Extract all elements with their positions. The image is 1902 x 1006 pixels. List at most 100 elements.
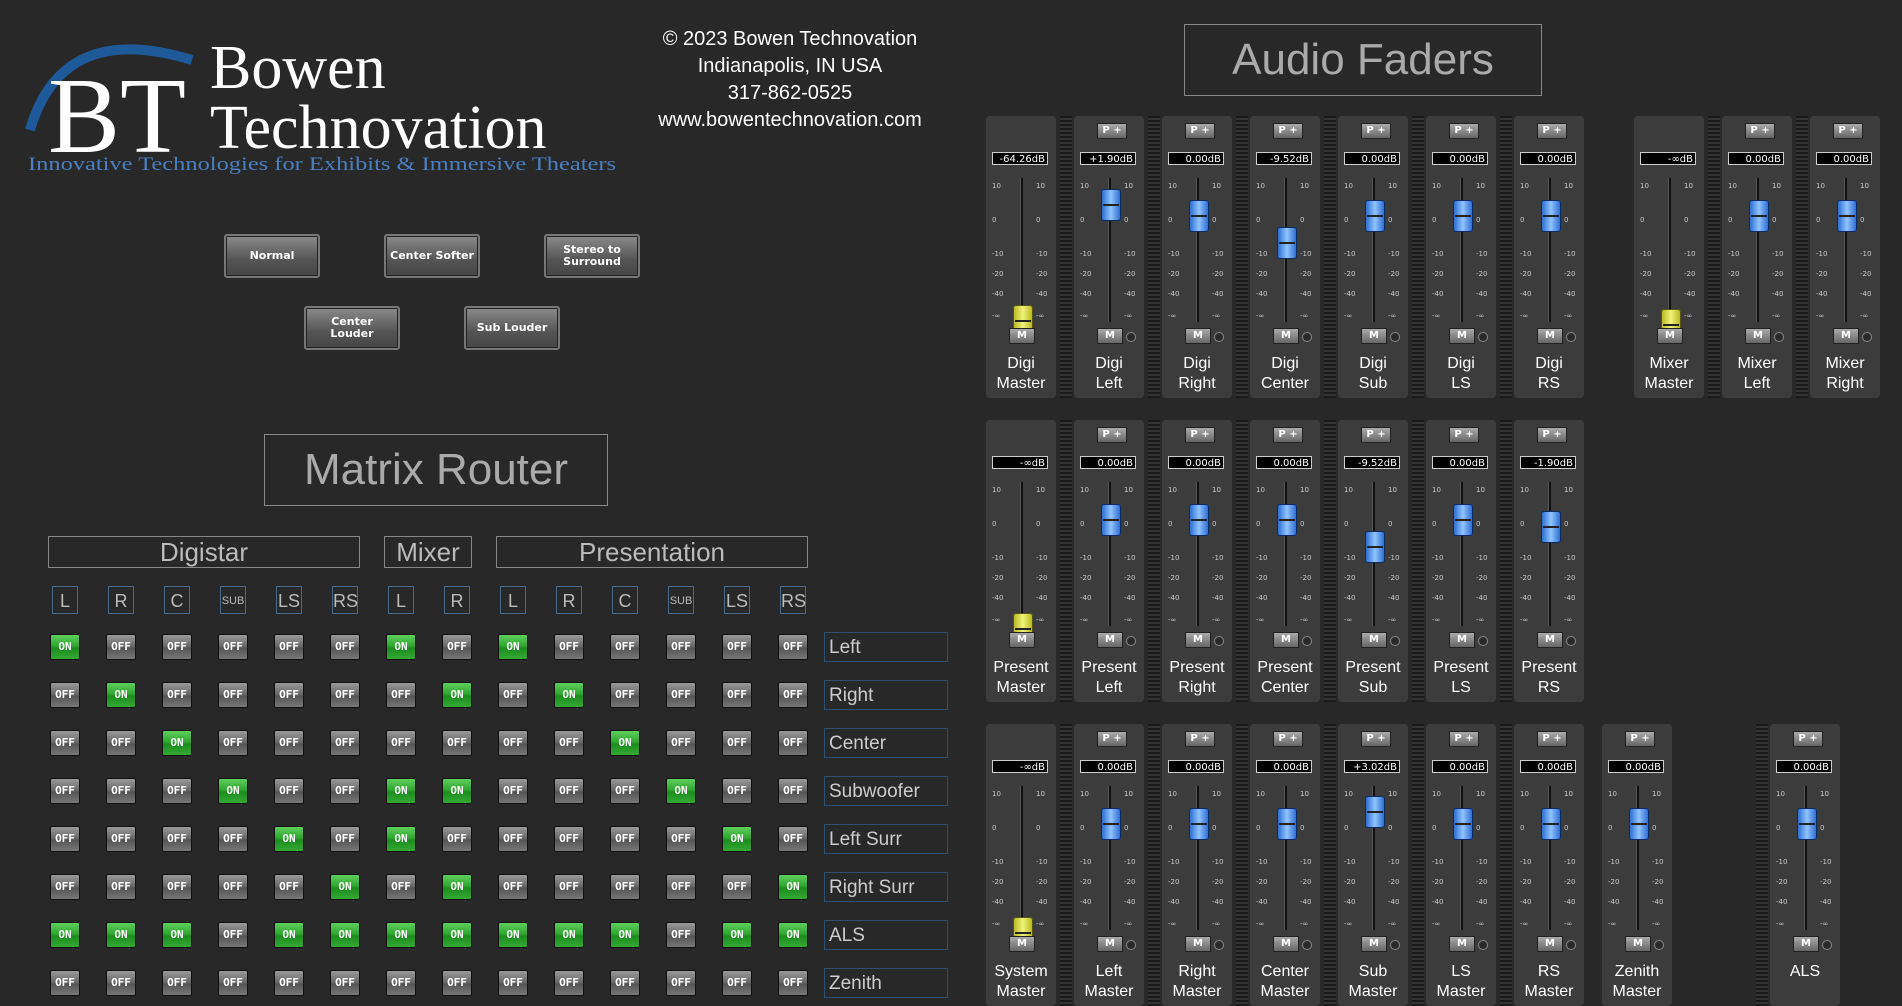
matrix-toggle-button[interactable]: OFF: [498, 778, 528, 804]
preset-plus-button[interactable]: P +: [1361, 123, 1391, 139]
mute-button[interactable]: M: [1537, 632, 1563, 648]
matrix-toggle-button[interactable]: OFF: [50, 730, 80, 756]
matrix-toggle-button[interactable]: ON: [442, 922, 472, 948]
preset-plus-button[interactable]: P +: [1097, 123, 1127, 139]
fader-knob[interactable]: [1189, 200, 1209, 232]
matrix-toggle-button[interactable]: OFF: [778, 634, 808, 660]
matrix-toggle-button[interactable]: OFF: [610, 826, 640, 852]
fader-knob[interactable]: [1189, 808, 1209, 840]
mute-button[interactable]: M: [1657, 328, 1683, 344]
mute-button[interactable]: M: [1273, 936, 1299, 952]
matrix-toggle-button[interactable]: OFF: [386, 682, 416, 708]
matrix-toggle-button[interactable]: OFF: [106, 634, 136, 660]
mute-button[interactable]: M: [1833, 328, 1859, 344]
fader-knob[interactable]: [1101, 189, 1121, 221]
matrix-toggle-button[interactable]: ON: [442, 778, 472, 804]
matrix-toggle-button[interactable]: OFF: [330, 970, 360, 996]
matrix-toggle-button[interactable]: OFF: [778, 970, 808, 996]
matrix-toggle-button[interactable]: ON: [274, 826, 304, 852]
preset-plus-button[interactable]: P +: [1273, 731, 1303, 747]
matrix-toggle-button[interactable]: OFF: [50, 778, 80, 804]
matrix-toggle-button[interactable]: OFF: [498, 826, 528, 852]
matrix-toggle-button[interactable]: ON: [50, 634, 80, 660]
mute-button[interactable]: M: [1361, 632, 1387, 648]
preset-plus-button[interactable]: P +: [1537, 123, 1567, 139]
matrix-toggle-button[interactable]: OFF: [218, 634, 248, 660]
preset-normal-button[interactable]: Normal: [224, 234, 320, 278]
mute-button[interactable]: M: [1009, 936, 1035, 952]
matrix-toggle-button[interactable]: OFF: [666, 874, 696, 900]
matrix-toggle-button[interactable]: OFF: [386, 730, 416, 756]
matrix-toggle-button[interactable]: ON: [386, 634, 416, 660]
matrix-toggle-button[interactable]: OFF: [666, 826, 696, 852]
fader-knob[interactable]: [1189, 504, 1209, 536]
preset-plus-button[interactable]: P +: [1449, 731, 1479, 747]
matrix-toggle-button[interactable]: OFF: [218, 826, 248, 852]
matrix-toggle-button[interactable]: ON: [498, 922, 528, 948]
mute-button[interactable]: M: [1185, 936, 1211, 952]
matrix-toggle-button[interactable]: OFF: [106, 730, 136, 756]
matrix-toggle-button[interactable]: ON: [274, 922, 304, 948]
matrix-toggle-button[interactable]: OFF: [50, 826, 80, 852]
matrix-toggle-button[interactable]: OFF: [162, 970, 192, 996]
preset-plus-button[interactable]: P +: [1537, 731, 1567, 747]
matrix-toggle-button[interactable]: OFF: [554, 826, 584, 852]
matrix-toggle-button[interactable]: ON: [722, 922, 752, 948]
matrix-toggle-button[interactable]: ON: [386, 922, 416, 948]
matrix-toggle-button[interactable]: OFF: [442, 730, 472, 756]
mute-button[interactable]: M: [1793, 936, 1819, 952]
preset-plus-button[interactable]: P +: [1097, 731, 1127, 747]
fader-knob[interactable]: [1837, 200, 1857, 232]
mute-button[interactable]: M: [1449, 328, 1475, 344]
matrix-toggle-button[interactable]: ON: [162, 730, 192, 756]
matrix-toggle-button[interactable]: ON: [106, 682, 136, 708]
preset-plus-button[interactable]: P +: [1185, 123, 1215, 139]
matrix-toggle-button[interactable]: OFF: [610, 634, 640, 660]
mute-button[interactable]: M: [1273, 632, 1299, 648]
matrix-toggle-button[interactable]: ON: [498, 634, 528, 660]
matrix-toggle-button[interactable]: OFF: [722, 874, 752, 900]
mute-button[interactable]: M: [1449, 632, 1475, 648]
matrix-toggle-button[interactable]: OFF: [162, 634, 192, 660]
matrix-toggle-button[interactable]: OFF: [666, 922, 696, 948]
matrix-toggle-button[interactable]: OFF: [106, 874, 136, 900]
matrix-toggle-button[interactable]: OFF: [554, 730, 584, 756]
mute-button[interactable]: M: [1361, 328, 1387, 344]
matrix-toggle-button[interactable]: OFF: [610, 682, 640, 708]
matrix-toggle-button[interactable]: OFF: [610, 778, 640, 804]
preset-center-softer-button[interactable]: Center Softer: [384, 234, 480, 278]
fader-knob[interactable]: [1101, 504, 1121, 536]
matrix-toggle-button[interactable]: OFF: [218, 682, 248, 708]
mute-button[interactable]: M: [1449, 936, 1475, 952]
fader-knob[interactable]: [1365, 796, 1385, 828]
matrix-toggle-button[interactable]: OFF: [666, 634, 696, 660]
matrix-toggle-button[interactable]: ON: [330, 874, 360, 900]
matrix-toggle-button[interactable]: OFF: [162, 874, 192, 900]
matrix-toggle-button[interactable]: OFF: [50, 682, 80, 708]
mute-button[interactable]: M: [1745, 328, 1771, 344]
matrix-toggle-button[interactable]: OFF: [330, 778, 360, 804]
matrix-toggle-button[interactable]: OFF: [274, 970, 304, 996]
preset-plus-button[interactable]: P +: [1833, 123, 1863, 139]
fader-knob[interactable]: [1277, 808, 1297, 840]
matrix-toggle-button[interactable]: ON: [442, 874, 472, 900]
matrix-toggle-button[interactable]: OFF: [330, 682, 360, 708]
matrix-toggle-button[interactable]: OFF: [274, 874, 304, 900]
matrix-toggle-button[interactable]: ON: [610, 730, 640, 756]
matrix-toggle-button[interactable]: OFF: [106, 970, 136, 996]
fader-knob[interactable]: [1453, 808, 1473, 840]
matrix-toggle-button[interactable]: ON: [778, 922, 808, 948]
mute-button[interactable]: M: [1537, 328, 1563, 344]
preset-plus-button[interactable]: P +: [1537, 427, 1567, 443]
matrix-toggle-button[interactable]: OFF: [442, 970, 472, 996]
preset-plus-button[interactable]: P +: [1625, 731, 1655, 747]
mute-button[interactable]: M: [1273, 328, 1299, 344]
mute-button[interactable]: M: [1185, 328, 1211, 344]
matrix-toggle-button[interactable]: OFF: [162, 778, 192, 804]
matrix-toggle-button[interactable]: ON: [386, 778, 416, 804]
matrix-toggle-button[interactable]: OFF: [274, 778, 304, 804]
matrix-toggle-button[interactable]: OFF: [610, 970, 640, 996]
matrix-toggle-button[interactable]: ON: [722, 826, 752, 852]
matrix-toggle-button[interactable]: ON: [778, 874, 808, 900]
matrix-toggle-button[interactable]: OFF: [498, 682, 528, 708]
